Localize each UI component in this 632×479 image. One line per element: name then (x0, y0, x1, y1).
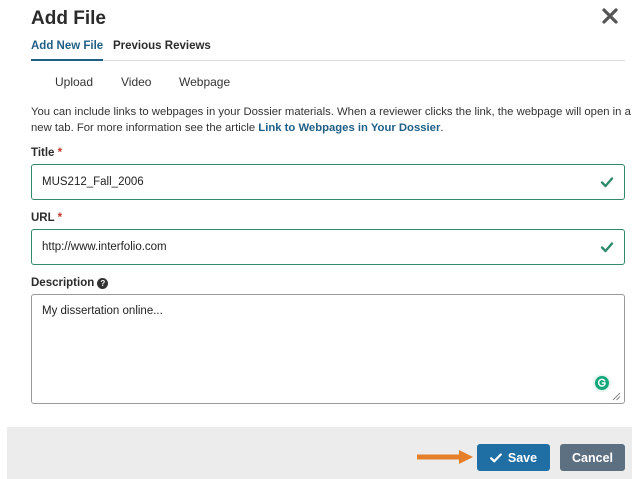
title-input[interactable] (31, 164, 625, 200)
description-label: Description? (31, 277, 109, 289)
help-icon[interactable]: ? (97, 278, 109, 289)
tab-bar: Add New File Previous Reviews (31, 40, 625, 61)
url-input[interactable] (31, 229, 625, 265)
url-label: URL * (31, 212, 62, 224)
title-label-text: Title (31, 147, 55, 159)
grammarly-icon[interactable] (593, 374, 611, 392)
subtab-webpage[interactable]: Webpage (179, 75, 230, 89)
help-article-link[interactable]: Link to Webpages in Your Dossier (258, 122, 440, 134)
cancel-button[interactable]: Cancel (560, 444, 625, 471)
arrow-right-icon (417, 450, 473, 464)
url-label-text: URL (31, 212, 55, 224)
required-mark: * (57, 212, 63, 224)
dialog-title: Add File (31, 8, 106, 29)
description-label-text: Description (31, 277, 95, 289)
info-end: . (440, 122, 444, 134)
subtab-video[interactable]: Video (121, 75, 151, 89)
description-textarea[interactable]: My dissertation online... (31, 294, 625, 404)
resize-grip-icon[interactable] (612, 392, 621, 401)
save-button[interactable]: Save (477, 444, 550, 471)
required-mark: * (57, 147, 63, 159)
close-icon[interactable] (600, 6, 620, 26)
save-button-label: Save (507, 450, 538, 465)
checkmark-icon (600, 242, 614, 253)
title-label: Title * (31, 147, 62, 159)
tab-add-new-file[interactable]: Add New File (31, 40, 104, 61)
checkmark-icon (489, 452, 502, 462)
checkmark-icon (600, 177, 614, 188)
info-text: You can include links to webpages in you… (31, 104, 631, 136)
tab-previous-reviews[interactable]: Previous Reviews (113, 40, 211, 61)
subtab-upload[interactable]: Upload (55, 75, 93, 89)
